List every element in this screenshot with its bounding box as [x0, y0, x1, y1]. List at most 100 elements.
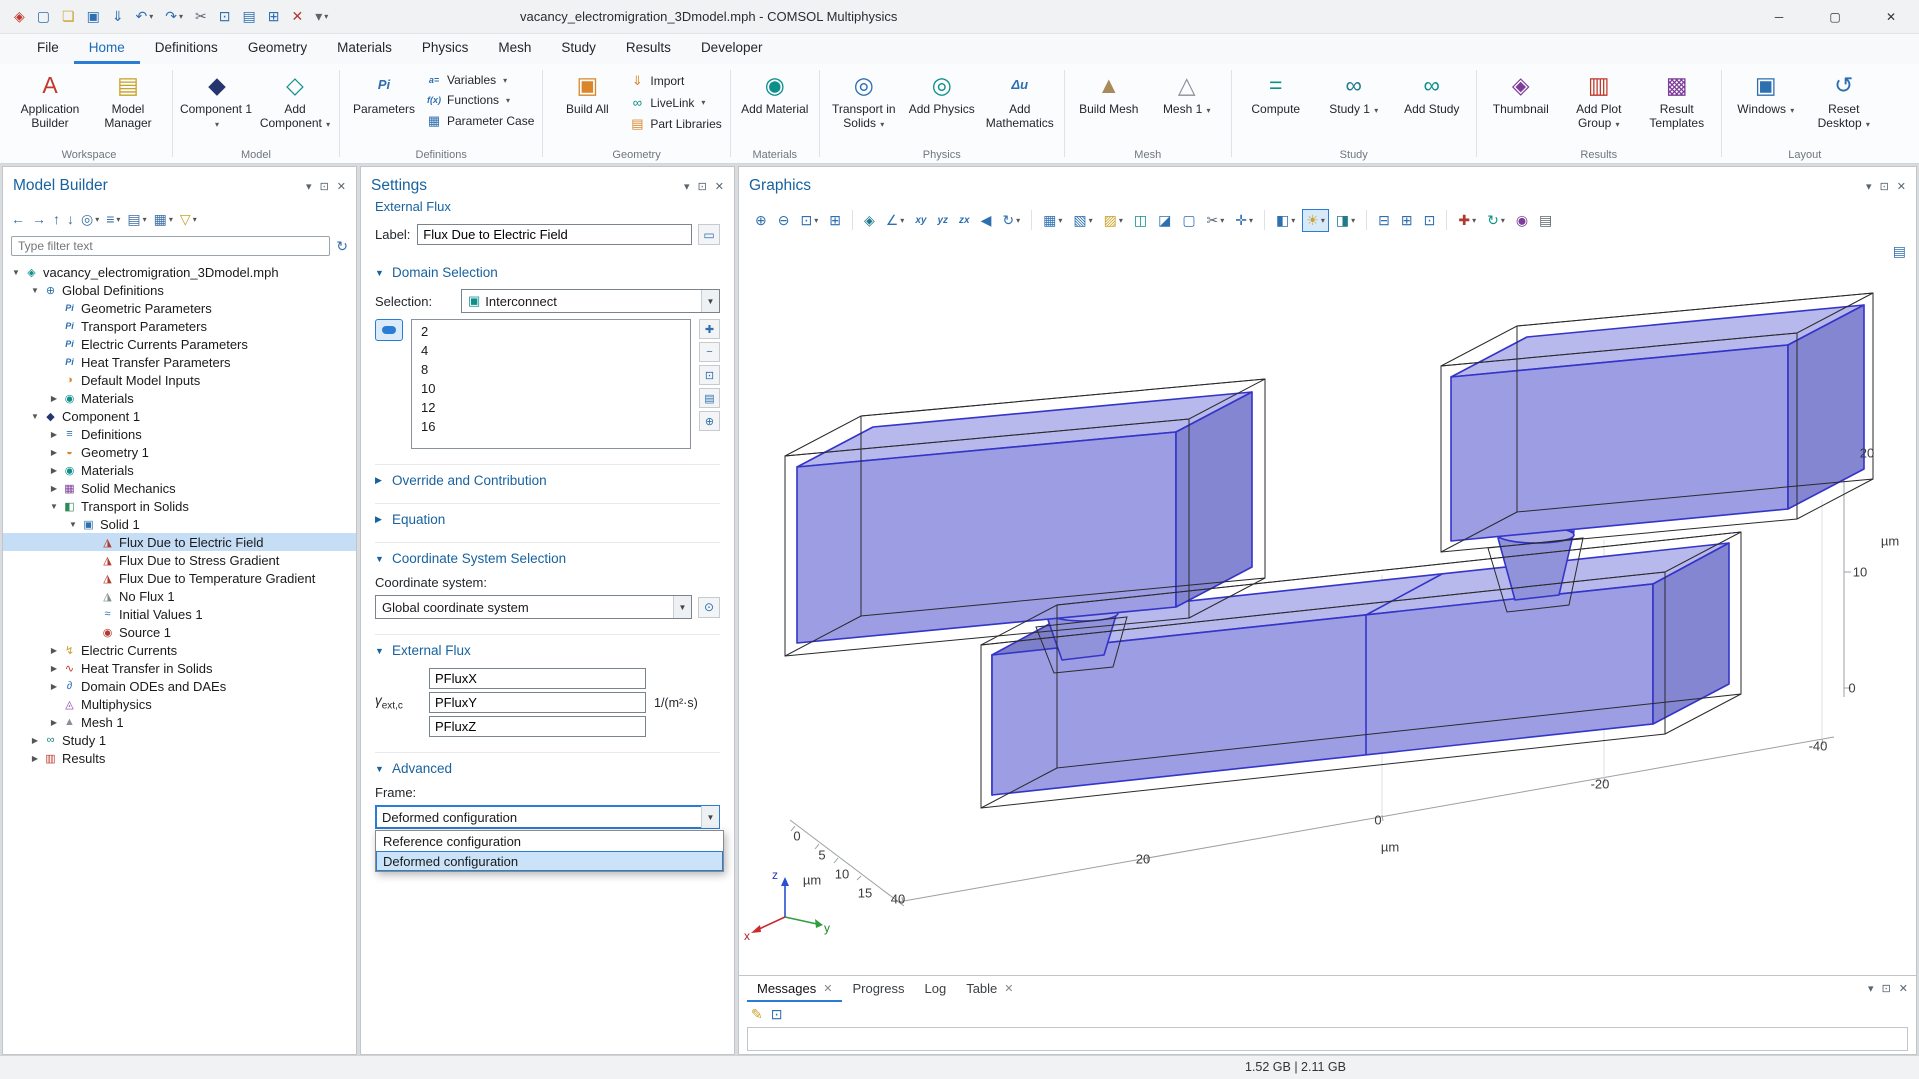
snapshot-button[interactable]: ◉ [1512, 209, 1532, 232]
selection-dropdown[interactable]: ▣ Interconnect ▼ [461, 289, 720, 313]
move-down-button[interactable]: ↓ [67, 211, 74, 227]
frame-option-reference-configuration[interactable]: Reference configuration [376, 831, 723, 851]
customize-quick-access-button[interactable]: ▾▾ [311, 6, 332, 27]
grid-settings-button[interactable]: ▦▾ [1039, 209, 1066, 232]
expand-closed-icon[interactable]: ▶ [47, 430, 61, 439]
element-tag-icon[interactable]: ▭ [698, 224, 720, 245]
export-model-button[interactable]: ⇓ [108, 6, 128, 27]
domain-list-item[interactable]: 10 [412, 379, 690, 398]
rotate-view-button[interactable]: ↻▾ [998, 209, 1024, 232]
ribbon-add-mathematics-button[interactable]: ΔuAdd Mathematics [982, 67, 1058, 131]
nav-back-button[interactable]: ← [11, 211, 25, 227]
view-angle-button[interactable]: ∠▾ [882, 209, 909, 232]
domain-list-item[interactable]: 8 [412, 360, 690, 379]
menu-home[interactable]: Home [74, 34, 140, 64]
expand-closed-icon[interactable]: ▶ [47, 664, 61, 673]
view-zx-button[interactable]: zx [955, 212, 974, 229]
tab-log[interactable]: Log [915, 976, 957, 1002]
camera-view-button[interactable]: ◀ [977, 209, 996, 232]
view-yz-button[interactable]: yz [933, 212, 952, 229]
copy-button[interactable]: ⊡ [215, 6, 235, 27]
section-equation[interactable]: ▶ Equation [375, 503, 720, 527]
ribbon-livelink-button[interactable]: ∞LiveLink▾ [629, 95, 721, 110]
tree-item-electric-currents-parameters[interactable]: PiElectric Currents Parameters [3, 335, 356, 353]
tree-item-solid-mechanics[interactable]: ▶▦Solid Mechanics [3, 479, 356, 497]
menu-developer[interactable]: Developer [686, 34, 778, 64]
save-file-button[interactable]: ▣ [83, 6, 104, 27]
menu-geometry[interactable]: Geometry [233, 34, 322, 64]
minimize-button[interactable]: ─ [1751, 0, 1807, 34]
tree-item-source-1[interactable]: ◉Source 1 [3, 623, 356, 641]
section-advanced[interactable]: ▼ Advanced [375, 752, 720, 776]
default-3d-view-button[interactable]: ◈ [860, 209, 879, 232]
view-hiding-button[interactable]: ◧▾ [1272, 209, 1299, 232]
tree-item-global-definitions[interactable]: ▼⊕Global Definitions [3, 281, 356, 299]
node-order-button[interactable]: ▤▾ [127, 211, 146, 228]
panel-menu-icon[interactable]: ▾ [1866, 180, 1872, 193]
color-table-button[interactable]: ▨▾ [1100, 209, 1127, 232]
scene-light-button[interactable]: ☀▾ [1302, 209, 1329, 232]
redo-button[interactable]: ↷▾ [161, 6, 187, 27]
zoom-to-selection-button[interactable]: ⊕ [699, 411, 720, 431]
transparency-button[interactable]: ◪ [1154, 209, 1175, 232]
ribbon-result-templates-button[interactable]: ▩Result Templates [1639, 67, 1715, 131]
show-button[interactable]: ◎▾ [81, 211, 99, 228]
print-plot-button[interactable]: ▤ [1535, 209, 1556, 232]
ribbon-part-libraries-button[interactable]: ▤Part Libraries [629, 116, 721, 132]
tree-item-solid-1[interactable]: ▼▣Solid 1 [3, 515, 356, 533]
selection-appearance-button[interactable]: ✚▾ [1454, 209, 1480, 232]
expand-open-icon[interactable]: ▼ [9, 268, 23, 277]
menu-file[interactable]: File [22, 34, 74, 64]
collapse-all-button[interactable]: ≡▾ [106, 211, 120, 227]
section-domain-selection[interactable]: ▼ Domain Selection [375, 257, 720, 280]
dual-view-button[interactable]: ⊡ [1420, 209, 1440, 232]
clipping-button[interactable]: ✂▾ [1203, 209, 1229, 232]
nav-forward-button[interactable]: → [32, 211, 46, 227]
tree-item-materials[interactable]: ▶◉Materials [3, 389, 356, 407]
tree-item-multiphysics[interactable]: ◬Multiphysics [3, 695, 356, 713]
menu-physics[interactable]: Physics [407, 34, 484, 64]
ribbon-add-component-button[interactable]: ◇Add Component ▾ [257, 67, 333, 131]
domain-list-item[interactable]: 2 [412, 322, 690, 341]
split-vertical-button[interactable]: ⊞ [1397, 209, 1417, 232]
duplicate-button[interactable]: ⊞ [264, 6, 284, 27]
ribbon-component-1-button[interactable]: ◆Component 1 ▾ [179, 67, 255, 131]
ribbon-application-builder-button[interactable]: AApplication Builder [12, 67, 88, 131]
ribbon-build-all-button[interactable]: ▣Build All [549, 67, 625, 117]
panel-float-icon[interactable]: ⊡ [1880, 180, 1889, 193]
ribbon-model-manager-button[interactable]: ▤Model Manager [90, 67, 166, 131]
tree-item-transport-parameters[interactable]: PiTransport Parameters [3, 317, 356, 335]
ribbon-reset-desktop-button[interactable]: ↺Reset Desktop ▾ [1806, 67, 1882, 131]
label-input[interactable] [417, 224, 692, 245]
ribbon-windows-button[interactable]: ▣Windows ▾ [1728, 67, 1804, 117]
section-coordinate-system[interactable]: ▼ Coordinate System Selection [375, 542, 720, 566]
ribbon-thumbnail-button[interactable]: ◈Thumbnail [1483, 67, 1559, 117]
open-file-button[interactable]: ❏ [58, 6, 79, 27]
domain-selection-list[interactable]: 248101216 [411, 319, 691, 449]
close-tab-icon[interactable]: ✕ [823, 982, 832, 995]
tab-messages[interactable]: Messages✕ [747, 976, 842, 1002]
panel-float-icon[interactable]: ⊡ [698, 180, 707, 193]
filter-button[interactable]: ▽▾ [180, 211, 197, 228]
ribbon-parameter-case-button[interactable]: ▦Parameter Case [426, 113, 534, 129]
ribbon-add-physics-button[interactable]: ◎Add Physics [904, 67, 980, 117]
filter-input[interactable] [11, 236, 330, 256]
color-legend-icon[interactable]: ▤ [1893, 243, 1906, 260]
tree-item-domain-odes-and-daes[interactable]: ▶∂Domain ODEs and DAEs [3, 677, 356, 695]
expand-open-icon[interactable]: ▼ [47, 502, 61, 511]
view-xy-button[interactable]: xy [911, 212, 930, 229]
move-up-button[interactable]: ↑ [53, 211, 60, 227]
menu-materials[interactable]: Materials [322, 34, 407, 64]
ribbon-add-material-button[interactable]: ◉Add Material [737, 67, 813, 117]
tree-item-no-flux-1[interactable]: ◮No Flux 1 [3, 587, 356, 605]
panel-float-icon[interactable]: ⊡ [320, 180, 329, 193]
maximize-button[interactable]: ▢ [1807, 0, 1863, 34]
tree-item-initial-values-1[interactable]: ≈Initial Values 1 [3, 605, 356, 623]
paste-button[interactable]: ▤ [239, 6, 260, 27]
coordinate-system-dropdown[interactable]: Global coordinate system ▼ [375, 595, 692, 619]
expand-closed-icon[interactable]: ▶ [47, 448, 61, 457]
tree-item-flux-due-to-stress-gradient[interactable]: ◮Flux Due to Stress Gradient [3, 551, 356, 569]
section-external-flux[interactable]: ▼ External Flux [375, 634, 720, 658]
expand-closed-icon[interactable]: ▶ [47, 646, 61, 655]
measure-button[interactable]: ✛▾ [1231, 209, 1257, 232]
